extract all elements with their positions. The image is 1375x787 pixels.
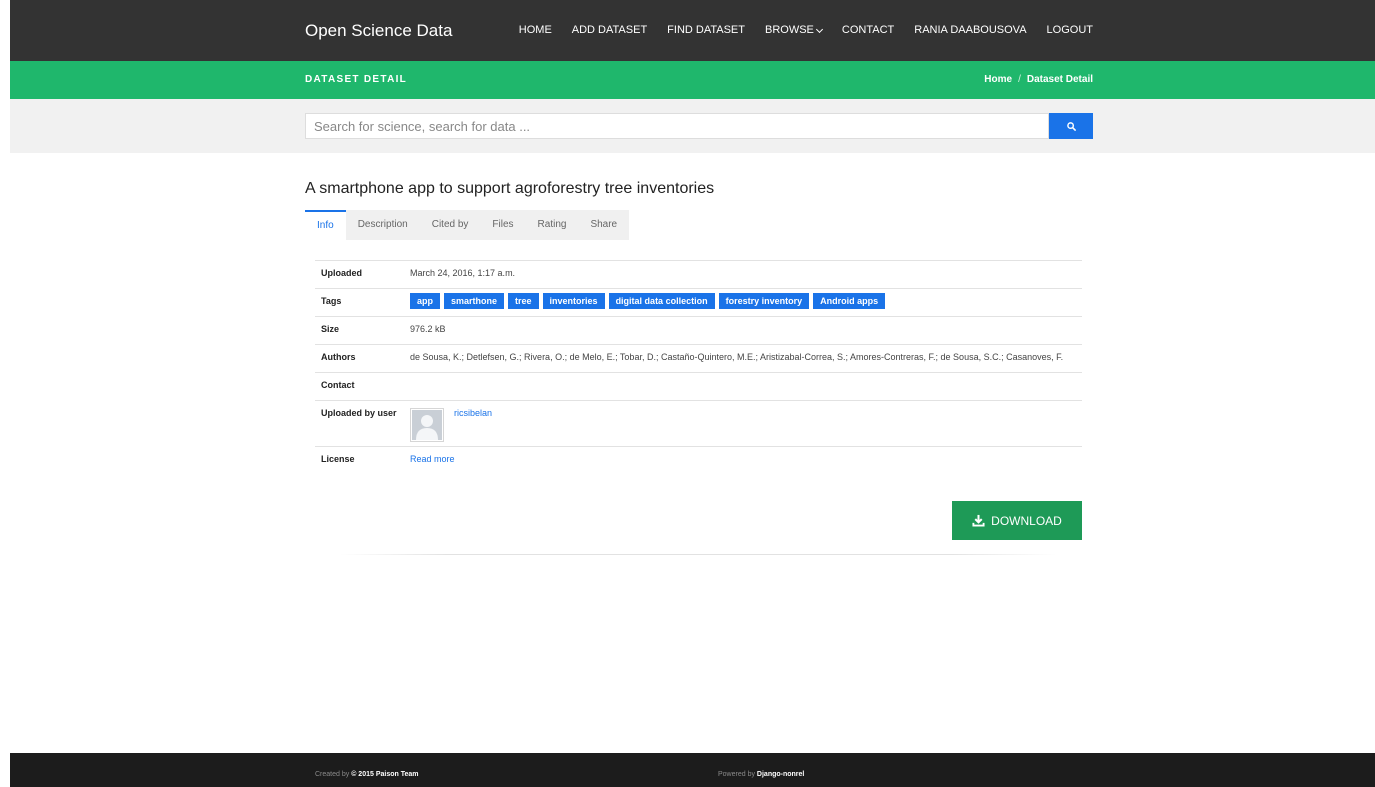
nav-browse-label: BROWSE [765, 24, 814, 36]
table-row: Uploaded March 24, 2016, 1:17 a.m. [315, 260, 1082, 289]
dataset-detail: A smartphone app to support agroforestry… [305, 180, 1090, 475]
contact-label: Contact [315, 372, 404, 401]
tag-badge[interactable]: inventories [542, 293, 605, 309]
tag-badge[interactable]: forestry inventory [718, 293, 810, 309]
tag-badge[interactable]: Android apps [813, 293, 886, 309]
tag-badge[interactable]: app [410, 293, 441, 309]
tag-badge[interactable]: digital data collection [608, 293, 715, 309]
size-label: Size [315, 316, 404, 345]
nav-contact[interactable]: CONTACT [842, 0, 894, 61]
authors-value: de Sousa, K.; Detlefsen, G.; Rivera, O.;… [404, 344, 1082, 373]
footer-powered: Powered by Django-nonrel [718, 753, 804, 787]
table-row: License Read more [315, 446, 1082, 475]
page-title-bar: DATASET DETAIL Home / Dataset Detail [10, 61, 1375, 99]
size-value: 976.2 kB [404, 316, 1082, 345]
table-row: Size 976.2 kB [315, 316, 1082, 345]
breadcrumb-separator: / [1018, 74, 1021, 85]
nav-logout[interactable]: LOGOUT [1047, 0, 1093, 61]
main-nav: HOME ADD DATASET FIND DATASET BROWSE CON… [519, 0, 1093, 61]
download-icon [972, 514, 985, 527]
page-title: DATASET DETAIL [305, 74, 408, 85]
license-read-more-link[interactable]: Read more [410, 454, 455, 464]
license-value: Read more [404, 446, 1082, 475]
search-bar [10, 99, 1375, 153]
footer-credits: Created by © 2015 Paison Team [315, 753, 419, 787]
section-divider [340, 554, 1056, 555]
dataset-info-table: Uploaded March 24, 2016, 1:17 a.m. Tags … [315, 260, 1082, 475]
nav-add-dataset[interactable]: ADD DATASET [572, 0, 647, 61]
chevron-down-icon [815, 25, 823, 33]
nav-home[interactable]: HOME [519, 0, 552, 61]
page: Open Science Data HOME ADD DATASET FIND … [0, 0, 1375, 787]
user-avatar-icon [412, 410, 442, 440]
authors-label: Authors [315, 344, 404, 373]
table-row: Contact [315, 372, 1082, 401]
breadcrumb-current: Dataset Detail [1026, 74, 1093, 85]
breadcrumb-home[interactable]: Home [984, 61, 1012, 99]
tab-cited-by[interactable]: Cited by [419, 210, 481, 240]
brand-logo[interactable]: Open Science Data [305, 0, 452, 61]
nav-user-profile[interactable]: RANIA DAABOUSOVA [914, 0, 1026, 61]
tab-info[interactable]: Info [305, 210, 346, 240]
tag-list: app smarthone tree inventories digital d… [410, 293, 1076, 309]
search-button[interactable] [1049, 113, 1093, 139]
contact-value [404, 372, 1082, 401]
footer-powered-prefix: Powered by [718, 771, 755, 778]
license-label: License [315, 446, 404, 475]
dataset-tabs: Info Description Cited by Files Rating S… [305, 210, 1090, 240]
tab-files[interactable]: Files [480, 210, 526, 240]
uploader-value: ricsibelan [404, 400, 1082, 447]
uploader-info: ricsibelan [410, 408, 1076, 442]
tags-label: Tags [315, 288, 404, 317]
uploaded-value: March 24, 2016, 1:17 a.m. [404, 260, 1082, 289]
uploader-label: Uploaded by user [315, 400, 404, 447]
search-input[interactable] [305, 113, 1049, 139]
tab-description[interactable]: Description [345, 210, 420, 240]
table-row: Authors de Sousa, K.; Detlefsen, G.; Riv… [315, 344, 1082, 373]
table-row: Tags app smarthone tree inventories digi… [315, 288, 1082, 317]
download-button[interactable]: DOWNLOAD [952, 501, 1082, 540]
top-navbar: Open Science Data HOME ADD DATASET FIND … [10, 0, 1375, 61]
tab-rating[interactable]: Rating [525, 210, 579, 240]
avatar[interactable] [410, 408, 444, 442]
uploaded-label: Uploaded [315, 260, 404, 289]
search-icon [1066, 121, 1076, 131]
download-label: DOWNLOAD [991, 513, 1062, 528]
uploader-name-link[interactable]: ricsibelan [454, 408, 492, 442]
tag-badge[interactable]: tree [508, 293, 539, 309]
footer-created-team: © 2015 Paison Team [351, 771, 419, 778]
tab-share[interactable]: Share [578, 210, 630, 240]
dataset-title: A smartphone app to support agroforestry… [305, 180, 715, 197]
tag-badge[interactable]: smarthone [444, 293, 505, 309]
tags-value: app smarthone tree inventories digital d… [404, 288, 1082, 317]
footer: Created by © 2015 Paison Team Powered by… [10, 753, 1375, 787]
footer-created-prefix: Created by [315, 771, 350, 778]
table-row: Uploaded by user ricsibelan [315, 400, 1082, 447]
nav-find-dataset[interactable]: FIND DATASET [667, 0, 745, 61]
breadcrumb: Home / Dataset Detail [984, 61, 1093, 99]
nav-browse[interactable]: BROWSE [765, 0, 823, 61]
footer-powered-framework: Django-nonrel [756, 771, 805, 778]
